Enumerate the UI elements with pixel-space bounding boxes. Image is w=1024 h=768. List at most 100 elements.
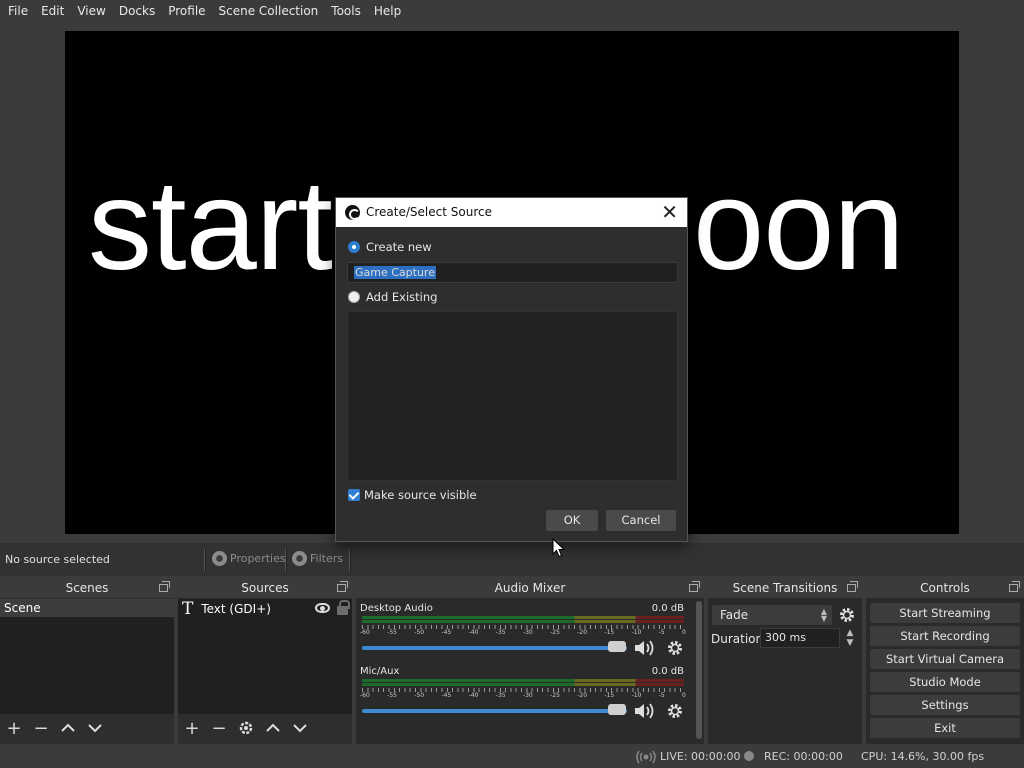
text-icon: T — [182, 599, 194, 619]
ok-button[interactable]: OK — [546, 510, 598, 531]
lock-icon[interactable] — [337, 600, 350, 615]
menu-view[interactable]: View — [72, 4, 110, 18]
properties-button[interactable]: Properties — [212, 551, 286, 566]
add-icon[interactable]: + — [182, 719, 202, 739]
exit-button[interactable]: Exit — [870, 718, 1020, 738]
start-recording-button[interactable]: Start Recording — [870, 626, 1020, 646]
float-icon[interactable] — [1009, 581, 1020, 592]
remove-icon[interactable]: − — [209, 719, 229, 739]
audio-mixer-dock: Audio Mixer Desktop Audio 0.0 dB -60 -55-… — [356, 579, 704, 744]
scene-transitions-dock: Scene Transitions Fade ▲ ▼ Duration 300 m… — [708, 579, 862, 744]
gear-icon[interactable] — [236, 719, 256, 739]
studio-mode-button[interactable]: Studio Mode — [870, 672, 1020, 692]
eye-icon[interactable] — [315, 603, 330, 613]
mixer-channel: Mic/Aux 0.0 dB -60 -55 -50 -45 -40 -35 -30 -25-… — [360, 664, 688, 726]
make-visible-label: Make source visible — [364, 488, 477, 502]
mixer-body: Desktop Audio 0.0 dB -60 -55 -50 -45 -40 -35-… — [356, 599, 692, 744]
gear-icon[interactable] — [666, 639, 684, 657]
controls-title: Controls — [866, 579, 1024, 598]
menu-help[interactable]: Help — [369, 4, 406, 18]
filters-icon — [292, 551, 307, 566]
menu-scene-collection[interactable]: Scene Collection — [214, 4, 324, 18]
mixer-scrollbar[interactable] — [694, 601, 704, 742]
source-name-input[interactable]: Game Capture — [347, 262, 678, 283]
speaker-icon[interactable] — [633, 702, 657, 720]
context-separator — [204, 549, 206, 571]
channel-db: 0.0 dB — [651, 603, 684, 614]
existing-sources-list[interactable] — [347, 311, 678, 481]
context-separator — [285, 549, 287, 571]
add-existing-label: Add Existing — [366, 290, 438, 304]
source-item[interactable]: T Text (GDI+) — [178, 599, 352, 619]
context-separator — [349, 549, 351, 571]
channel-name: Mic/Aux — [360, 666, 400, 677]
create-new-radio[interactable] — [348, 241, 360, 253]
gear-icon — [212, 551, 227, 566]
meter-tick-labels: -60 -55 -50 -45 -40 -35 -30 -25 -20 -15 -10 -5 0 — [360, 692, 686, 699]
menu-docks[interactable]: Docks — [114, 4, 160, 18]
source-name: Text (GDI+) — [201, 602, 271, 616]
volume-slider-handle[interactable] — [608, 641, 626, 652]
sources-dock: Sources T Text (GDI+) + − — [178, 579, 352, 744]
sources-list: T Text (GDI+) — [178, 599, 352, 714]
transition-select[interactable]: Fade ▲ ▼ — [712, 605, 832, 625]
gear-icon[interactable] — [838, 606, 856, 624]
controls-dock: Controls Start Streaming Start Recording… — [866, 579, 1024, 744]
scene-transitions-title: Scene Transitions — [708, 579, 862, 598]
record-dot-icon — [744, 751, 754, 761]
menu-tools[interactable]: Tools — [326, 4, 366, 18]
settings-button[interactable]: Settings — [870, 695, 1020, 715]
move-down-icon[interactable] — [85, 719, 105, 739]
no-source-label: No source selected — [5, 553, 110, 566]
remove-icon[interactable]: − — [31, 719, 51, 739]
properties-label: Properties — [230, 552, 286, 565]
create-new-label: Create new — [366, 240, 432, 254]
move-down-icon[interactable] — [290, 719, 310, 739]
cancel-button[interactable]: Cancel — [606, 510, 676, 531]
scenes-title: Scenes — [0, 579, 174, 598]
float-icon[interactable] — [159, 581, 170, 592]
menu-edit[interactable]: Edit — [36, 4, 69, 18]
make-visible-checkbox[interactable] — [348, 489, 360, 501]
filters-button[interactable]: Filters — [292, 551, 343, 566]
move-up-icon[interactable] — [263, 719, 283, 739]
cursor-icon — [552, 538, 565, 558]
channel-db: 0.0 dB — [651, 666, 684, 677]
start-virtual-camera-button[interactable]: Start Virtual Camera — [870, 649, 1020, 669]
gear-icon[interactable] — [666, 702, 684, 720]
volume-meter — [362, 616, 684, 624]
chevron-updown-icon: ▲ ▼ — [820, 607, 828, 623]
float-icon[interactable] — [847, 581, 858, 592]
volume-slider[interactable] — [362, 646, 627, 650]
dialog-titlebar: Create/Select Source ✕ — [336, 198, 687, 227]
menu-file[interactable]: File — [3, 4, 33, 18]
preview-text-left: start — [88, 154, 333, 297]
start-streaming-button[interactable]: Start Streaming — [870, 603, 1020, 623]
volume-slider[interactable] — [362, 709, 627, 713]
add-icon[interactable]: + — [4, 719, 24, 739]
broadcast-icon — [636, 750, 656, 764]
filters-label: Filters — [310, 552, 343, 565]
move-up-icon[interactable] — [58, 719, 78, 739]
menu-profile[interactable]: Profile — [163, 4, 210, 18]
audio-mixer-title: Audio Mixer — [356, 579, 704, 598]
sources-title: Sources — [178, 579, 352, 598]
add-existing-radio[interactable] — [348, 291, 360, 303]
live-timer: LIVE: 00:00:00 — [660, 750, 741, 763]
obs-logo-icon — [345, 205, 360, 220]
meter-tick-labels: -60 -55 -50 -45 -40 -35 -30 -25 -20 -15 -10 -5 0 — [360, 629, 686, 636]
speaker-icon[interactable] — [633, 639, 657, 657]
float-icon[interactable] — [689, 581, 700, 592]
float-icon[interactable] — [337, 581, 348, 592]
close-icon[interactable]: ✕ — [661, 200, 678, 224]
channel-name: Desktop Audio — [360, 603, 433, 614]
volume-slider-handle[interactable] — [608, 704, 626, 715]
scene-item[interactable]: Scene — [0, 599, 174, 617]
duration-spinner[interactable]: ▲ ▼ — [844, 628, 856, 648]
duration-label: Duration — [711, 632, 764, 646]
rec-timer: REC: 00:00:00 — [764, 750, 843, 763]
scenes-toolbar: + − — [0, 714, 174, 744]
duration-input[interactable]: 300 ms — [760, 628, 840, 648]
cpu-fps: CPU: 14.6%, 30.00 fps — [861, 750, 985, 763]
source-name-value: Game Capture — [354, 266, 436, 279]
